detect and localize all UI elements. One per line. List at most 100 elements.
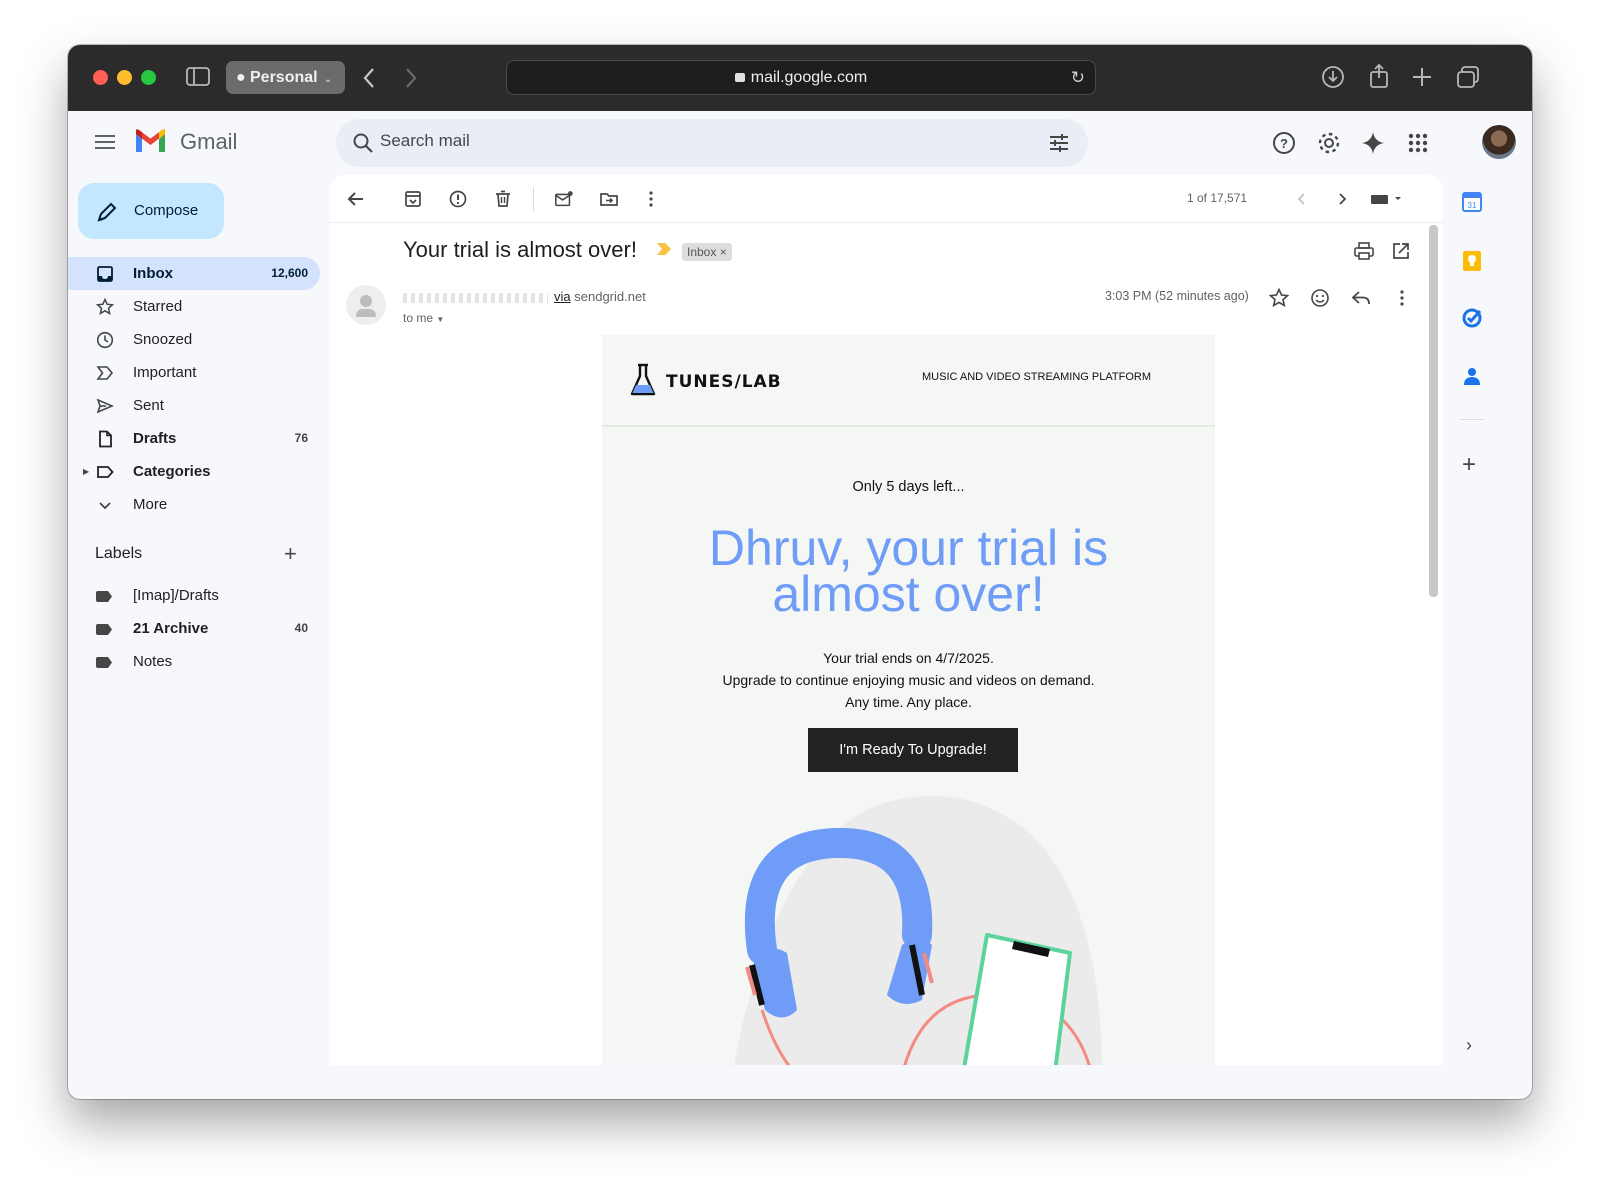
main-menu-icon[interactable] xyxy=(95,135,115,149)
close-window-button[interactable] xyxy=(93,70,108,85)
recipients-toggle[interactable]: to me ▼ xyxy=(403,311,444,325)
add-label-icon[interactable]: + xyxy=(284,541,297,567)
sender-avatar[interactable] xyxy=(346,285,386,325)
minimize-window-button[interactable] xyxy=(117,70,132,85)
label-name: Notes xyxy=(133,653,173,670)
back-to-inbox-icon[interactable] xyxy=(346,189,366,209)
sidebar-item-label: Important xyxy=(133,364,197,381)
report-spam-icon[interactable] xyxy=(448,189,468,209)
sidebar-item-drafts[interactable]: Drafts 76 xyxy=(68,422,320,455)
zoom-window-button[interactable] xyxy=(141,70,156,85)
sidebar-item-inbox[interactable]: Inbox 12,600 xyxy=(68,257,320,290)
archive-icon[interactable] xyxy=(403,189,423,209)
gmail-logo[interactable] xyxy=(134,128,167,154)
body-line: Your trial ends on 4/7/2025. xyxy=(823,650,994,666)
sidebar-item-snoozed[interactable]: Snoozed xyxy=(68,323,320,356)
days-left-text: Only 5 days left... xyxy=(852,479,965,495)
search-icon[interactable] xyxy=(352,132,374,154)
body-line: Any time. Any place. xyxy=(845,694,972,710)
lock-icon xyxy=(734,73,745,82)
profile-label: Personal xyxy=(250,69,318,86)
star-icon[interactable] xyxy=(1268,287,1290,309)
labels-heading: Labels xyxy=(95,545,143,562)
move-to-folder-icon[interactable] xyxy=(599,189,619,209)
to-me-text: to me xyxy=(403,311,434,325)
help-icon[interactable]: ? xyxy=(1271,130,1297,156)
email-header: TUNES/LAB MUSIC AND VIDEO STREAMING PLAT… xyxy=(602,335,1215,427)
google-tasks-icon[interactable] xyxy=(1461,307,1483,329)
sidebar-item-label: Inbox xyxy=(133,265,173,282)
star-icon xyxy=(96,298,114,316)
inbox-icon xyxy=(97,266,113,282)
flask-logo-icon xyxy=(630,363,656,396)
message-more-options-icon[interactable] xyxy=(1391,287,1413,309)
add-reaction-emoji-icon[interactable] xyxy=(1309,287,1331,309)
send-icon xyxy=(96,398,114,414)
label-name: [Imap]/Drafts xyxy=(133,587,219,604)
downloads-icon[interactable] xyxy=(1321,65,1345,89)
label-name: 21 Archive xyxy=(133,620,209,637)
get-addons-plus-icon[interactable]: + xyxy=(1462,451,1476,479)
reload-icon[interactable]: ↻ xyxy=(1071,61,1085,94)
sidebar-item-sent[interactable]: Sent xyxy=(68,389,320,422)
headline-line: Dhruv, your trial is xyxy=(708,520,1109,576)
sidebar-item-important[interactable]: Important xyxy=(68,356,320,389)
sidebar-item-label: Drafts xyxy=(133,430,177,447)
importance-marker-icon[interactable] xyxy=(657,243,671,255)
caret-down-icon: ▼ xyxy=(436,315,445,324)
gemini-sparkle-icon[interactable] xyxy=(1360,130,1386,156)
profile-switcher[interactable]: ● Personal ⌄ xyxy=(226,61,345,94)
more-options-icon[interactable] xyxy=(641,189,661,209)
email-headline: Dhruv, your trial is almost over! xyxy=(602,520,1215,619)
new-tab-icon[interactable] xyxy=(1411,66,1433,88)
google-calendar-icon[interactable]: 31 xyxy=(1461,191,1483,213)
search-bar[interactable] xyxy=(336,119,1088,167)
newer-message-icon[interactable] xyxy=(1292,189,1312,209)
brand-tagline: MUSIC AND VIDEO STREAMING PLATFORM xyxy=(922,371,1151,383)
mark-unread-icon[interactable] xyxy=(554,189,574,209)
sidebar-toggle-icon[interactable] xyxy=(186,67,210,87)
sidebar-item-more[interactable]: More xyxy=(68,488,320,521)
tab-overview-icon[interactable] xyxy=(1456,65,1480,89)
address-bar[interactable]: mail.google.com ↻ xyxy=(506,60,1096,95)
expand-caret-icon[interactable]: ▶ xyxy=(83,455,89,488)
open-in-new-window-icon[interactable] xyxy=(1391,241,1411,261)
sidebar-item-starred[interactable]: Starred xyxy=(68,290,320,323)
share-icon[interactable] xyxy=(1368,63,1390,89)
scrollbar-thumb[interactable] xyxy=(1429,225,1438,597)
svg-text:?: ? xyxy=(1280,136,1288,151)
sidebar-item-categories[interactable]: ▶ Categories xyxy=(68,455,320,488)
apps-grid-icon[interactable] xyxy=(1405,130,1431,156)
google-keep-icon[interactable] xyxy=(1461,250,1483,272)
email-body: TUNES/LAB MUSIC AND VIDEO STREAMING PLAT… xyxy=(602,335,1215,1065)
search-input[interactable] xyxy=(380,131,980,151)
delete-trash-icon[interactable] xyxy=(493,189,513,209)
draft-count: 76 xyxy=(294,431,308,445)
chevron-down-icon xyxy=(99,502,111,510)
show-side-panel-chevron-icon[interactable]: › xyxy=(1466,1035,1472,1056)
via-link[interactable]: via xyxy=(554,289,571,304)
important-icon xyxy=(96,366,114,380)
inbox-label-chip[interactable]: Inbox × xyxy=(682,243,732,261)
reply-icon[interactable] xyxy=(1350,287,1372,309)
upgrade-cta-button[interactable]: I'm Ready To Upgrade! xyxy=(808,728,1018,772)
account-avatar[interactable] xyxy=(1482,125,1516,159)
settings-gear-icon[interactable] xyxy=(1316,130,1342,156)
google-contacts-icon[interactable] xyxy=(1461,365,1483,387)
back-icon[interactable] xyxy=(362,67,376,89)
label-item-21-archive[interactable]: 21 Archive 40 xyxy=(68,612,320,645)
sidebar-item-label: Starred xyxy=(133,298,183,315)
draft-icon xyxy=(99,430,112,448)
input-tools-keyboard-icon[interactable] xyxy=(1369,189,1405,209)
print-icon[interactable] xyxy=(1353,241,1375,261)
forward-icon[interactable] xyxy=(404,67,418,89)
older-message-icon[interactable] xyxy=(1332,189,1352,209)
label-item-imap-drafts[interactable]: [Imap]/Drafts xyxy=(68,579,320,612)
label-count: 40 xyxy=(294,621,308,635)
search-options-icon[interactable] xyxy=(1048,133,1070,153)
compose-button[interactable]: Compose xyxy=(78,183,224,239)
message-subject: Your trial is almost over! xyxy=(403,237,637,262)
label-item-notes[interactable]: Notes xyxy=(68,645,320,678)
sender-line: via sendgrid.net xyxy=(403,289,646,304)
label-outline-icon xyxy=(97,466,114,478)
